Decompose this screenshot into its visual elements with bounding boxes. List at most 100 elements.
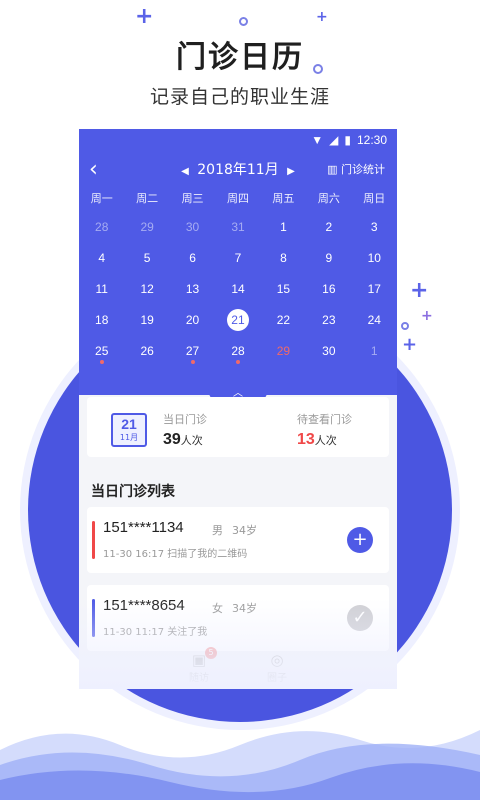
- month-label: 2018年11月: [197, 162, 279, 178]
- calendar-day[interactable]: 13: [170, 273, 215, 304]
- calendar-day-number: 20: [185, 312, 200, 327]
- bottom-tab-bar: ▣ 5 随访 ◎ 圈子: [79, 647, 397, 689]
- today-clinic-value: 39人次: [163, 431, 207, 449]
- calendar-day-selected[interactable]: 21: [215, 304, 260, 335]
- calendar-day[interactable]: 28: [79, 211, 124, 242]
- weekday-label: 周二: [136, 192, 159, 205]
- appointment-dot: [99, 360, 104, 364]
- calendar-day[interactable]: 9: [306, 242, 351, 273]
- calendar-day-number: 2: [325, 219, 333, 234]
- weekday-label: 周日: [363, 192, 386, 205]
- clinic-stats-link[interactable]: ▥ 门诊统计: [327, 161, 385, 177]
- calendar-day-number: 14: [231, 281, 245, 296]
- tab-circle[interactable]: ◎ 圈子: [238, 649, 316, 689]
- calendar-day-number: 1: [370, 343, 378, 358]
- tab-follow-up[interactable]: ▣ 5 随访: [160, 647, 238, 689]
- pending-clinic-value: 13人次: [297, 431, 352, 449]
- calendar-day[interactable]: 1: [352, 335, 397, 366]
- today-clinic-stat[interactable]: 当日门诊 39人次: [163, 411, 207, 449]
- patient-age: 34岁: [232, 602, 257, 615]
- check-icon: ✓: [352, 607, 368, 628]
- weekday-label: 周四: [226, 192, 249, 205]
- today-count: 39: [163, 431, 181, 448]
- calendar-day[interactable]: 18: [79, 304, 124, 335]
- calendar-day-number: 30: [185, 219, 200, 234]
- calendar-day[interactable]: 16: [306, 273, 351, 304]
- calendar-day[interactable]: 22: [261, 304, 306, 335]
- plus-decoration: +: [316, 9, 328, 25]
- calendar-day[interactable]: 19: [124, 304, 169, 335]
- prev-month-icon[interactable]: ◀: [181, 166, 189, 177]
- signal-icon: ◢: [329, 133, 339, 147]
- patient-detail: 11-30 16:17 扫描了我的二维码: [103, 549, 248, 560]
- calendar-day[interactable]: 31: [215, 211, 260, 242]
- patient-gender: 男: [212, 524, 223, 537]
- wifi-icon: ▼: [311, 133, 324, 147]
- calendar-icon-day: 21: [121, 416, 137, 432]
- calendar-day-number: 28: [231, 343, 245, 358]
- calendar-day[interactable]: 1: [261, 211, 306, 242]
- tab-circle-label: 圈子: [267, 673, 287, 684]
- patient-card[interactable]: 151****8654 女 34岁 11-30 11:17 关注了我 ✓: [87, 585, 389, 651]
- list-title: 当日门诊列表: [91, 484, 175, 500]
- calendar-day[interactable]: 27: [170, 335, 215, 366]
- calendar-day[interactable]: 15: [261, 273, 306, 304]
- patient-phone: 151****1134: [103, 519, 184, 536]
- battery-icon: ▮: [344, 133, 351, 147]
- calendar-day-number: 28: [95, 219, 109, 234]
- day-grid: 28 29 30 31 1 2 3 4 5 6 7 8 9 10 11 12 13 14 15 16 17 18 19 20 2…: [79, 211, 397, 366]
- calendar-day-number: 25: [95, 343, 109, 358]
- calendar-day[interactable]: 30: [170, 211, 215, 242]
- calendar-day[interactable]: 2: [306, 211, 351, 242]
- weekday-label: 周五: [272, 192, 295, 205]
- calendar-day[interactable]: 12: [124, 273, 169, 304]
- calendar-day[interactable]: 4: [79, 242, 124, 273]
- calendar-day[interactable]: 28: [215, 335, 260, 366]
- calendar-day-number: 19: [140, 312, 154, 327]
- calendar-day[interactable]: 7: [215, 242, 260, 273]
- briefcase-icon: ▣: [191, 651, 207, 669]
- weekday-label: 周三: [181, 192, 204, 205]
- patient-card[interactable]: 151****1134 男 34岁 11-30 16:17 扫描了我的二维码 +: [87, 507, 389, 573]
- appointment-dot: [190, 360, 195, 364]
- calendar-day-number: 27: [185, 343, 200, 358]
- calendar-day[interactable]: 23: [306, 304, 351, 335]
- calendar-day[interactable]: 8: [261, 242, 306, 273]
- calendar-day[interactable]: 3: [352, 211, 397, 242]
- added-patient-button[interactable]: ✓: [347, 605, 373, 631]
- calendar-day[interactable]: 14: [215, 273, 260, 304]
- calendar-day[interactable]: 11: [79, 273, 124, 304]
- add-patient-button[interactable]: +: [347, 527, 373, 553]
- weekday-label: 周一: [90, 192, 113, 205]
- calendar-day[interactable]: 29: [124, 211, 169, 242]
- calendar-day[interactable]: 29: [261, 335, 306, 366]
- calendar-date-icon: 21 11月: [111, 413, 147, 447]
- weekday-label: 周六: [317, 192, 340, 205]
- calendar-day[interactable]: 20: [170, 304, 215, 335]
- calendar-day[interactable]: 26: [124, 335, 169, 366]
- pending-clinic-stat[interactable]: 待查看门诊 13人次: [297, 411, 352, 449]
- calendar-day[interactable]: 30: [306, 335, 351, 366]
- calendar-day[interactable]: 24: [352, 304, 397, 335]
- calendar-day-number: 15: [276, 281, 291, 296]
- status-bar-accent: [92, 521, 95, 559]
- calendar-day[interactable]: 10: [352, 242, 397, 273]
- patient-phone: 151****8654: [103, 597, 185, 614]
- next-month-icon[interactable]: ▶: [287, 166, 295, 177]
- calendar-day-number: 13: [185, 281, 200, 296]
- calendar-day[interactable]: 25: [79, 335, 124, 366]
- plus-decoration: +: [402, 334, 418, 355]
- calendar-day-number: 23: [322, 312, 336, 327]
- calendar-day[interactable]: 17: [352, 273, 397, 304]
- status-time: 12:30: [356, 133, 387, 147]
- patient-gender: 女: [212, 602, 223, 615]
- today-unit: 人次: [180, 435, 203, 447]
- promo-title: 门诊日历: [176, 40, 304, 75]
- pending-clinic-label: 待查看门诊: [297, 413, 352, 426]
- calendar-day-number: 7: [234, 250, 242, 265]
- calendar-header: ▼ ◢ ▮ 12:30 ‹ ◀ 2018年11月 ▶ ▥ 门诊统计 周一 周二 周三…: [79, 129, 397, 395]
- pending-count: 13: [297, 431, 315, 448]
- calendar-day[interactable]: 6: [170, 242, 215, 273]
- calendar-day[interactable]: 5: [124, 242, 169, 273]
- ring-decoration: [401, 322, 409, 330]
